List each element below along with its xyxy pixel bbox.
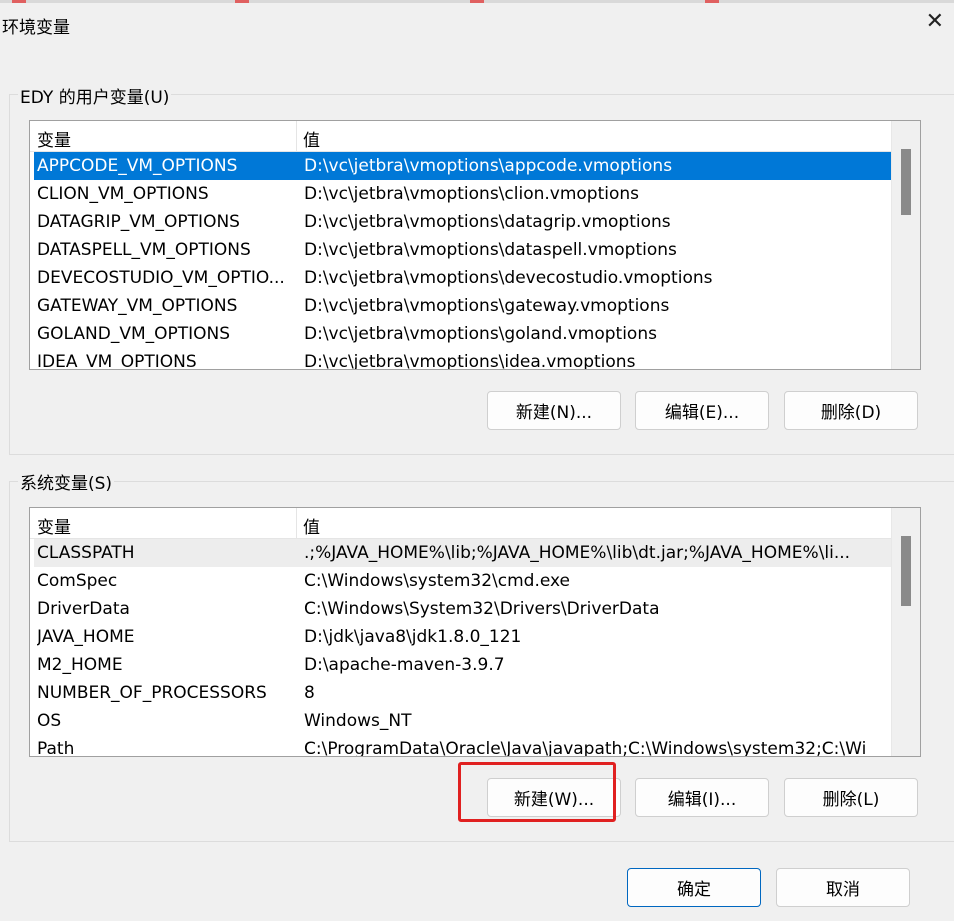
table-row[interactable]: NUMBER_OF_PROCESSORS 8 [34, 679, 892, 707]
var-name: M2_HOME [37, 655, 123, 675]
table-row[interactable]: IDEA_VM_OPTIONS D:\vc\jetbra\vmoptions\id… [34, 348, 892, 370]
column-header-value[interactable]: 值 [303, 126, 320, 151]
cancel-button[interactable]: 取消 [776, 868, 910, 907]
user-vars-rows: APPCODE_VM_OPTIONS D:\vc\jetbra\vmoptions… [34, 152, 892, 370]
list-header: 变量 值 [30, 121, 892, 152]
close-icon[interactable]: ✕ [926, 11, 944, 33]
table-row[interactable]: CLION_VM_OPTIONS D:\vc\jetbra\vmoptions\c… [34, 180, 892, 208]
var-name: CLASSPATH [37, 543, 135, 563]
var-value: D:\jdk\java8\jdk1.8.0_121 [304, 627, 522, 647]
var-value: D:\vc\jetbra\vmoptions\dataspell.vmoptio… [304, 240, 677, 260]
var-value: D:\vc\jetbra\vmoptions\idea.vmoptions [304, 352, 636, 370]
var-value: 8 [304, 683, 315, 703]
var-name: APPCODE_VM_OPTIONS [37, 156, 238, 176]
var-name: GATEWAY_VM_OPTIONS [37, 296, 238, 316]
var-value: D:\vc\jetbra\vmoptions\devecostudio.vmop… [304, 268, 713, 288]
table-row[interactable]: CLASSPATH .;%JAVA_HOME%\lib;%JAVA_HOME%\l… [34, 539, 892, 567]
var-value: C:\Windows\System32\Drivers\DriverData [304, 599, 660, 619]
column-separator[interactable] [296, 121, 297, 151]
system-vars-rows: CLASSPATH .;%JAVA_HOME%\lib;%JAVA_HOME%\l… [34, 539, 892, 757]
column-separator[interactable] [296, 508, 297, 538]
var-value: D:\vc\jetbra\vmoptions\appcode.vmoptions [304, 156, 673, 176]
column-header-value[interactable]: 值 [303, 513, 320, 538]
table-row[interactable]: DATASPELL_VM_OPTIONS D:\vc\jetbra\vmoptio… [34, 236, 892, 264]
var-name: DATAGRIP_VM_OPTIONS [37, 212, 240, 232]
table-row[interactable]: M2_HOME D:\apache-maven-3.9.7 [34, 651, 892, 679]
user-edit-button[interactable]: 编辑(E)... [635, 391, 769, 430]
var-value: D:\vc\jetbra\vmoptions\goland.vmoptions [304, 324, 657, 344]
var-value: D:\apache-maven-3.9.7 [304, 655, 505, 675]
var-name: CLION_VM_OPTIONS [37, 184, 209, 204]
table-row[interactable]: GATEWAY_VM_OPTIONS D:\vc\jetbra\vmoptions… [34, 292, 892, 320]
var-name: DEVECOSTUDIO_VM_OPTIO... [37, 268, 285, 288]
table-row[interactable]: APPCODE_VM_OPTIONS D:\vc\jetbra\vmoptions… [34, 152, 892, 180]
user-delete-button[interactable]: 删除(D) [784, 391, 918, 430]
var-name: NUMBER_OF_PROCESSORS [37, 683, 267, 703]
var-value: C:\Windows\system32\cmd.exe [304, 571, 571, 591]
system-edit-button[interactable]: 编辑(I)... [635, 778, 769, 817]
window-title: 环境变量 [2, 18, 70, 38]
ok-button[interactable]: 确定 [627, 868, 761, 907]
var-name: OS [37, 711, 62, 731]
table-row[interactable]: Path C:\ProgramData\Oracle\Java\javapath;… [34, 735, 892, 757]
var-value: C:\ProgramData\Oracle\Java\javapath;C:\W… [304, 739, 867, 757]
annotation-highlight-box [458, 762, 616, 822]
var-value: D:\vc\jetbra\vmoptions\clion.vmoptions [304, 184, 640, 204]
user-new-button[interactable]: 新建(N)... [487, 391, 621, 430]
var-value: .;%JAVA_HOME%\lib;%JAVA_HOME%\lib\dt.jar… [304, 543, 851, 563]
system-delete-button[interactable]: 删除(L) [784, 778, 918, 817]
system-vars-scrollbar[interactable] [891, 508, 920, 756]
var-name: DATASPELL_VM_OPTIONS [37, 240, 251, 260]
table-row[interactable]: ComSpec C:\Windows\system32\cmd.exe [34, 567, 892, 595]
title-bar: 环境变量 ✕ [0, 3, 954, 43]
scrollbar-thumb[interactable] [901, 149, 911, 215]
list-header: 变量 值 [30, 508, 892, 539]
table-row[interactable]: DEVECOSTUDIO_VM_OPTIO... D:\vc\jetbra\vmo… [34, 264, 892, 292]
user-vars-list[interactable]: 变量 值 APPCODE_VM_OPTIONS D:\vc\jetbra\vmop… [29, 120, 921, 370]
user-vars-scrollbar[interactable] [891, 121, 920, 369]
table-row[interactable]: GOLAND_VM_OPTIONS D:\vc\jetbra\vmoptions\… [34, 320, 892, 348]
var-value: Windows_NT [304, 711, 412, 731]
scrollbar-thumb[interactable] [901, 536, 911, 606]
var-name: GOLAND_VM_OPTIONS [37, 324, 231, 344]
var-name: IDEA_VM_OPTIONS [37, 352, 197, 370]
system-vars-list[interactable]: 变量 值 CLASSPATH .;%JAVA_HOME%\lib;%JAVA_HO… [29, 507, 921, 757]
user-vars-label: EDY 的用户变量(U) [18, 83, 172, 108]
var-value: D:\vc\jetbra\vmoptions\gateway.vmoptions [304, 296, 670, 316]
column-header-variable[interactable]: 变量 [37, 513, 71, 538]
var-name: JAVA_HOME [37, 627, 135, 647]
var-value: D:\vc\jetbra\vmoptions\datagrip.vmoption… [304, 212, 671, 232]
table-row[interactable]: JAVA_HOME D:\jdk\java8\jdk1.8.0_121 [34, 623, 892, 651]
system-vars-label: 系统变量(S) [18, 469, 115, 494]
var-name: Path [37, 739, 75, 757]
var-name: ComSpec [37, 571, 118, 591]
table-row[interactable]: DriverData C:\Windows\System32\Drivers\Dr… [34, 595, 892, 623]
table-row[interactable]: OS Windows_NT [34, 707, 892, 735]
var-name: DriverData [37, 599, 130, 619]
column-header-variable[interactable]: 变量 [37, 126, 71, 151]
table-row[interactable]: DATAGRIP_VM_OPTIONS D:\vc\jetbra\vmoption… [34, 208, 892, 236]
